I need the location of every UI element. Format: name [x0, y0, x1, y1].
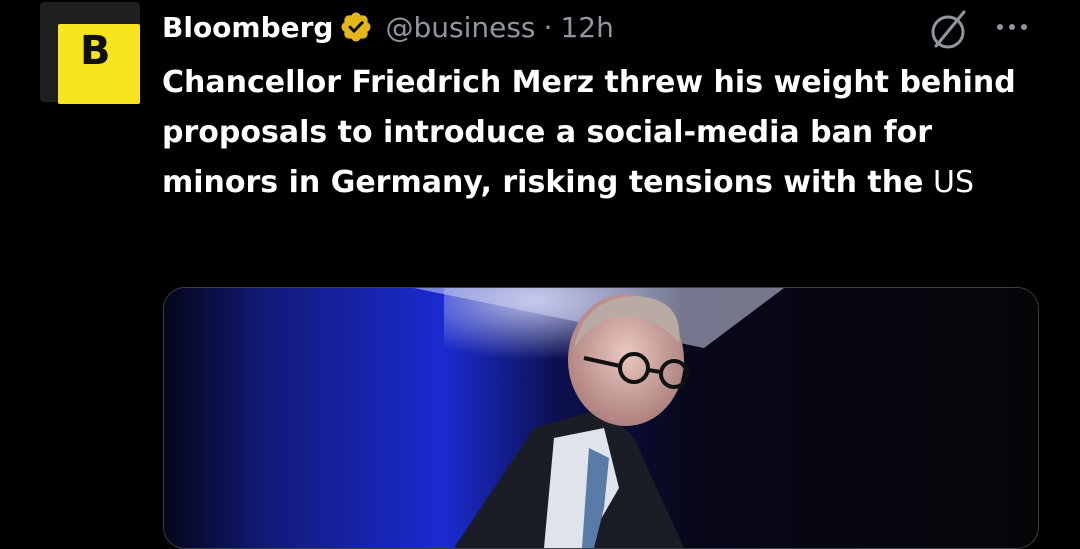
- display-name[interactable]: Bloomberg: [162, 11, 333, 44]
- tweet-header: Bloomberg @business · 12h: [162, 4, 614, 50]
- verified-badge-icon: [341, 12, 372, 42]
- more-options-icon[interactable]: [990, 10, 1034, 44]
- tweet-text: Chancellor Friedrich Merz threw his weig…: [162, 58, 1042, 208]
- bloomberg-logo: B: [58, 24, 140, 104]
- avatar-letter: B: [80, 28, 111, 74]
- photo-icon: [164, 288, 1038, 548]
- timestamp[interactable]: 12h: [560, 11, 613, 44]
- tweet-text-tail: US: [923, 165, 975, 200]
- account-handle[interactable]: @business: [385, 11, 535, 44]
- avatar[interactable]: B: [40, 2, 140, 104]
- grok-icon[interactable]: [924, 6, 972, 54]
- tweet-photo[interactable]: [163, 287, 1039, 549]
- separator-dot: ·: [543, 10, 553, 44]
- tweet-text-main: Chancellor Friedrich Merz threw his weig…: [162, 65, 1016, 200]
